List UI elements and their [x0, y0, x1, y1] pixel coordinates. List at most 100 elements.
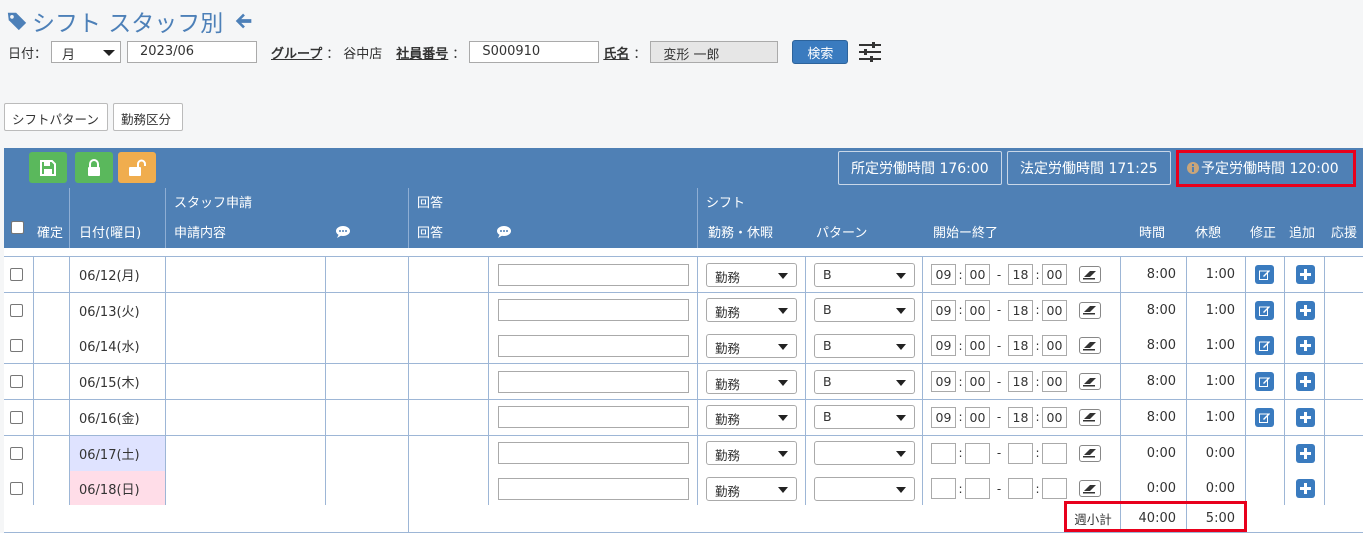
- date-unit-select[interactable]: 月: [51, 41, 122, 63]
- work-type-button[interactable]: 勤務区分: [113, 103, 183, 131]
- start-hour-input[interactable]: [931, 442, 956, 464]
- search-button[interactable]: 検索: [792, 40, 849, 64]
- row-checkbox[interactable]: [10, 268, 23, 281]
- add-button[interactable]: [1296, 265, 1315, 284]
- end-hour-input[interactable]: 18: [1008, 371, 1033, 393]
- work-type-select[interactable]: 勤務: [706, 369, 797, 394]
- start-hour-input[interactable]: 09: [931, 299, 956, 321]
- row-checkbox[interactable]: [10, 446, 23, 460]
- add-button[interactable]: [1296, 300, 1315, 320]
- clear-time-button[interactable]: [1079, 408, 1101, 426]
- work-type-select[interactable]: 勤務: [706, 333, 797, 358]
- reply-comment-input[interactable]: [498, 299, 689, 322]
- end-minute-input[interactable]: 00: [1042, 335, 1067, 357]
- employee-number-label[interactable]: 社員番号: [396, 43, 448, 62]
- start-hour-input[interactable]: 09: [931, 264, 956, 285]
- date-cell: 06/14(水): [70, 328, 166, 364]
- pattern-select[interactable]: B: [814, 333, 915, 358]
- start-minute-input[interactable]: 00: [965, 406, 990, 428]
- end-hour-input[interactable]: 18: [1008, 406, 1033, 428]
- lock-button[interactable]: [75, 152, 113, 183]
- pattern-select[interactable]: [814, 476, 915, 501]
- clear-time-button[interactable]: [1079, 301, 1101, 319]
- row-checkbox[interactable]: [10, 303, 23, 317]
- break-cell: 1:00: [1187, 328, 1246, 364]
- add-button[interactable]: [1296, 336, 1315, 356]
- pattern-select[interactable]: [814, 441, 915, 465]
- row-checkbox[interactable]: [10, 482, 23, 496]
- shift-pattern-button[interactable]: シフトパターン: [4, 103, 108, 131]
- work-type-select[interactable]: 勤務: [706, 298, 797, 323]
- reply-comment-input[interactable]: [498, 263, 689, 286]
- group-label[interactable]: グループ: [271, 43, 322, 62]
- filter-bar: 日付： 月 2023/06 グループ ： 谷中店 社員番号 ： S000910 …: [8, 40, 882, 64]
- add-button[interactable]: [1296, 443, 1315, 463]
- edit-button[interactable]: [1255, 300, 1274, 320]
- confirm-cell: [34, 435, 70, 471]
- end-hour-input[interactable]: 18: [1008, 264, 1033, 285]
- time-cell: 8:00: [1121, 328, 1187, 364]
- pattern-select[interactable]: B: [814, 405, 915, 430]
- start-minute-input[interactable]: 00: [965, 335, 990, 357]
- clear-time-button[interactable]: [1079, 444, 1101, 462]
- end-minute-input[interactable]: [1042, 478, 1067, 500]
- reply-comment-input[interactable]: [498, 370, 689, 393]
- work-type-select[interactable]: 勤務: [706, 405, 797, 430]
- start-minute-input[interactable]: [965, 442, 990, 464]
- start-hour-input[interactable]: [931, 478, 956, 500]
- confirm-cell: [34, 399, 70, 435]
- pattern-select[interactable]: B: [814, 298, 915, 323]
- end-minute-input[interactable]: 00: [1042, 299, 1067, 321]
- page-title-area: シフト スタッフ別: [6, 4, 255, 38]
- start-hour-input[interactable]: 09: [931, 406, 956, 428]
- edit-button[interactable]: [1255, 336, 1274, 356]
- start-hour-input[interactable]: 09: [931, 335, 956, 357]
- back-arrow-icon[interactable]: [233, 10, 255, 32]
- add-button[interactable]: [1296, 372, 1315, 392]
- add-button[interactable]: [1296, 479, 1315, 499]
- save-button[interactable]: [29, 152, 67, 183]
- row-checkbox[interactable]: [10, 375, 23, 389]
- chevron-down-icon: [778, 343, 788, 350]
- edit-button[interactable]: [1255, 407, 1274, 427]
- end-hour-input[interactable]: [1008, 442, 1033, 464]
- work-type-select[interactable]: 勤務: [706, 262, 797, 287]
- table-row: 06/15(木) 勤務 B 09:00-18:00 8:00 1:00: [4, 364, 1363, 401]
- reply-comment-input[interactable]: [498, 334, 689, 357]
- unlock-button[interactable]: [118, 152, 156, 183]
- pattern-select[interactable]: B: [814, 369, 915, 394]
- work-type-select[interactable]: 勤務: [706, 441, 797, 465]
- end-minute-input[interactable]: 00: [1042, 371, 1067, 393]
- end-hour-input[interactable]: 18: [1008, 335, 1033, 357]
- time-header: 時間: [1139, 226, 1166, 241]
- row-checkbox[interactable]: [10, 410, 23, 424]
- reply-comment-input[interactable]: [498, 406, 689, 429]
- start-minute-input[interactable]: 00: [965, 299, 990, 321]
- end-minute-input[interactable]: 00: [1042, 406, 1067, 428]
- name-label[interactable]: 氏名: [603, 43, 629, 62]
- clear-time-button[interactable]: [1079, 337, 1101, 355]
- clear-time-button[interactable]: [1079, 266, 1101, 283]
- month-input[interactable]: 2023/06: [127, 41, 258, 63]
- work-type-select[interactable]: 勤務: [706, 476, 797, 501]
- end-minute-input[interactable]: 00: [1042, 264, 1067, 285]
- start-minute-input[interactable]: [965, 478, 990, 500]
- add-button[interactable]: [1296, 407, 1315, 427]
- end-hour-input[interactable]: [1008, 478, 1033, 500]
- reply-comment-input[interactable]: [498, 477, 689, 500]
- start-minute-input[interactable]: 00: [965, 264, 990, 285]
- reply-comment-input[interactable]: [498, 442, 689, 464]
- pattern-select[interactable]: B: [814, 262, 915, 287]
- end-minute-input[interactable]: [1042, 442, 1067, 464]
- edit-button[interactable]: [1255, 265, 1274, 284]
- row-checkbox[interactable]: [10, 339, 23, 353]
- start-minute-input[interactable]: 00: [965, 371, 990, 393]
- end-hour-input[interactable]: 18: [1008, 299, 1033, 321]
- employee-number-input[interactable]: S000910: [469, 41, 600, 63]
- clear-time-button[interactable]: [1079, 373, 1101, 391]
- clear-time-button[interactable]: [1079, 480, 1101, 498]
- settings-sliders-icon[interactable]: [858, 41, 882, 63]
- start-hour-input[interactable]: 09: [931, 371, 956, 393]
- select-all-checkbox[interactable]: [11, 221, 24, 234]
- edit-button[interactable]: [1255, 372, 1274, 392]
